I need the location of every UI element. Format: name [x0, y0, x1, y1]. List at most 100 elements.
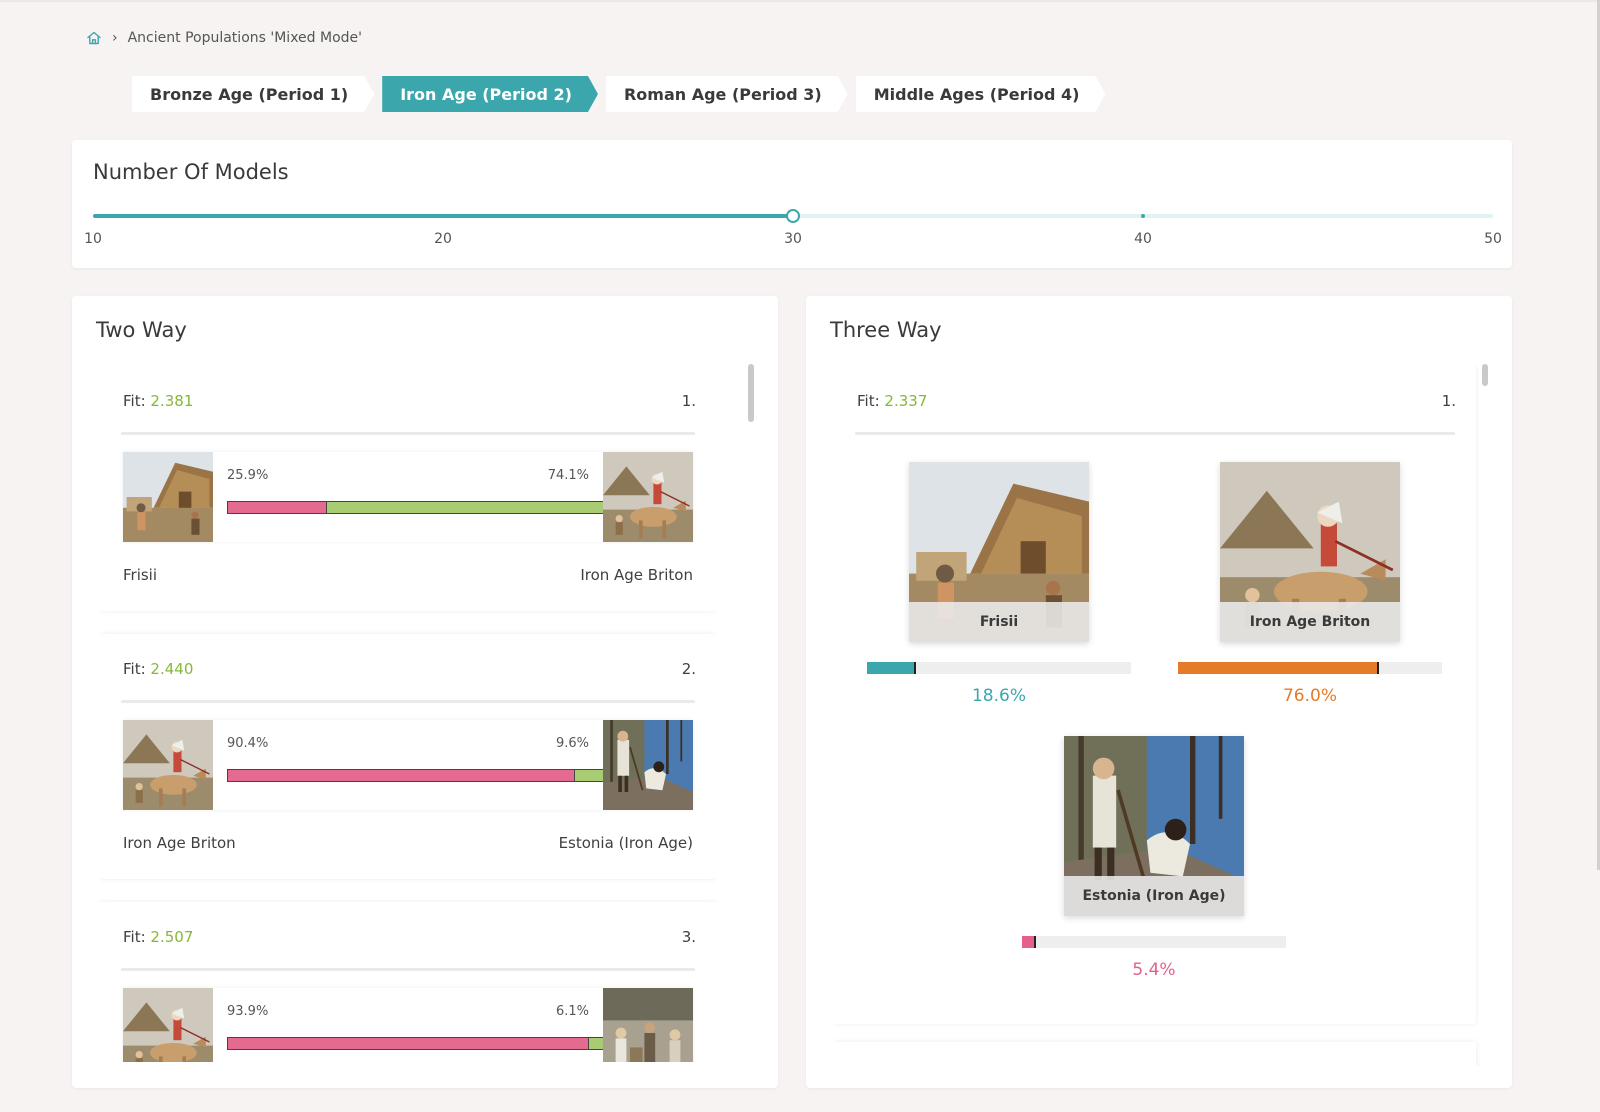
- share-bar-fill: [867, 662, 917, 674]
- fit-value: 2.337: [884, 392, 928, 410]
- left-percent: 90.4%: [227, 736, 269, 751]
- component-iron-age-briton: Iron Age Briton 76.0%: [1178, 462, 1442, 722]
- briton-illustration: [123, 720, 213, 810]
- breadcrumb: › Ancient Populations 'Mixed Mode': [86, 30, 362, 46]
- population-image: [603, 988, 693, 1062]
- crowd-illustration: [603, 988, 693, 1062]
- share-bar: [1178, 662, 1442, 674]
- slider-step-dot: [1141, 214, 1145, 218]
- population-image: [603, 452, 693, 542]
- right-population-name: Estonia (Iron Age): [558, 834, 693, 852]
- mix-bar-area: 93.9% 6.1%: [123, 988, 693, 1062]
- share-percent: 76.0%: [1282, 686, 1337, 706]
- three-way-result-1: Fit: 2.337 1. Frisii 18.6% Iron Age Brit…: [834, 366, 1476, 1024]
- slider-mark-30: 30: [784, 231, 802, 247]
- mix-bar: [227, 501, 613, 514]
- fit-label: Fit:: [123, 660, 146, 678]
- estonia-illustration: [603, 720, 693, 810]
- tab-bronze-age[interactable]: Bronze Age (Period 1): [132, 76, 374, 112]
- fit-value: 2.381: [150, 392, 194, 410]
- three-way-result-2: [834, 1042, 1476, 1066]
- fit-label: Fit:: [123, 928, 146, 946]
- fit-value: 2.440: [150, 660, 194, 678]
- tab-iron-age[interactable]: Iron Age (Period 2): [382, 76, 598, 112]
- divider: [121, 700, 695, 703]
- slider-handle[interactable]: [786, 209, 800, 223]
- two-way-panel: Two Way Fit: 2.381 1. 25.9% 74.1% Frisii…: [72, 296, 778, 1088]
- rank-number: 2.: [681, 660, 696, 678]
- mix-bar-left-segment: [228, 770, 576, 781]
- slider-mark-10: 10: [84, 231, 102, 247]
- tab-roman-age[interactable]: Roman Age (Period 3): [606, 76, 848, 112]
- left-population-name: Frisii: [123, 566, 158, 584]
- fit-label: Fit:: [123, 392, 146, 410]
- population-image: [123, 720, 213, 810]
- two-way-result-1: Fit: 2.381 1. 25.9% 74.1% Frisii Iron Ag…: [100, 366, 716, 611]
- right-population-name: Iron Age Briton: [580, 566, 693, 584]
- home-icon[interactable]: [86, 30, 102, 46]
- fit-score: Fit: 2.381: [123, 392, 193, 410]
- fit-label: Fit:: [857, 392, 880, 410]
- share-percent: 18.6%: [971, 686, 1026, 706]
- population-name: Frisii: [909, 602, 1089, 642]
- slider-mark-20: 20: [434, 231, 452, 247]
- share-bar: [1022, 936, 1286, 948]
- three-way-list: Fit: 2.337 1. Frisii 18.6% Iron Age Brit…: [834, 366, 1482, 1066]
- two-way-scrollbar[interactable]: [748, 364, 754, 422]
- briton-illustration: [123, 988, 213, 1062]
- left-population-name: Iron Age Briton: [123, 834, 236, 852]
- two-way-title: Two Way: [96, 318, 187, 342]
- fit-value: 2.507: [150, 928, 194, 946]
- right-percent: 9.6%: [555, 736, 589, 751]
- two-way-list: Fit: 2.381 1. 25.9% 74.1% Frisii Iron Ag…: [100, 366, 716, 1062]
- rank-number: 1.: [1441, 392, 1456, 410]
- right-percent: 74.1%: [547, 468, 589, 483]
- rank-number: 1.: [681, 392, 696, 410]
- slider-step-dot: [441, 214, 445, 218]
- population-image: Estonia (Iron Age): [1064, 736, 1244, 916]
- right-percent: 6.1%: [555, 1004, 589, 1019]
- population-image: Iron Age Briton: [1220, 462, 1400, 642]
- population-image: Frisii: [909, 462, 1089, 642]
- mix-bar-left-segment: [228, 502, 328, 513]
- fit-score: Fit: 2.337: [857, 392, 927, 410]
- divider: [121, 968, 695, 971]
- divider: [855, 432, 1455, 435]
- chevron-right-icon: ›: [112, 30, 118, 46]
- share-percent: 5.4%: [1132, 960, 1176, 980]
- rank-number: 3.: [681, 928, 696, 946]
- share-bar: [867, 662, 1131, 674]
- population-image: [603, 720, 693, 810]
- left-percent: 93.9%: [227, 1004, 269, 1019]
- fit-score: Fit: 2.507: [123, 928, 193, 946]
- models-card: Number Of Models 10 20 30 40 50: [72, 140, 1512, 268]
- three-way-title: Three Way: [830, 318, 942, 342]
- top-border: [0, 0, 1600, 2]
- mix-bar: [227, 1037, 613, 1050]
- mix-bar-area: 90.4% 9.6%: [123, 720, 693, 810]
- population-image: [123, 452, 213, 542]
- three-way-panel: Three Way Fit: 2.337 1. Frisii 18.6% Iro…: [806, 296, 1512, 1088]
- slider-mark-50: 50: [1484, 231, 1502, 247]
- population-name: Iron Age Briton: [1220, 602, 1400, 642]
- population-image: [123, 988, 213, 1062]
- fit-score: Fit: 2.440: [123, 660, 193, 678]
- briton-illustration: [603, 452, 693, 542]
- divider: [121, 432, 695, 435]
- mix-bar-left-segment: [228, 1038, 589, 1049]
- mix-bar: [227, 769, 613, 782]
- period-steps: Bronze Age (Period 1) Iron Age (Period 2…: [132, 76, 1105, 112]
- frisii-illustration: [123, 452, 213, 542]
- population-name: Estonia (Iron Age): [1064, 876, 1244, 916]
- two-way-result-2: Fit: 2.440 2. 90.4% 9.6% Iron Age Briton…: [100, 634, 716, 879]
- three-way-scrollbar[interactable]: [1482, 364, 1488, 386]
- breadcrumb-current: Ancient Populations 'Mixed Mode': [127, 30, 362, 46]
- tab-middle-ages[interactable]: Middle Ages (Period 4): [856, 76, 1106, 112]
- share-bar-fill: [1022, 936, 1037, 948]
- component-frisii: Frisii 18.6%: [867, 462, 1131, 722]
- mix-bar-area: 25.9% 74.1%: [123, 452, 693, 542]
- models-title: Number Of Models: [93, 160, 289, 184]
- share-bar-fill: [1178, 662, 1379, 674]
- left-percent: 25.9%: [227, 468, 269, 483]
- slider-mark-40: 40: [1134, 231, 1152, 247]
